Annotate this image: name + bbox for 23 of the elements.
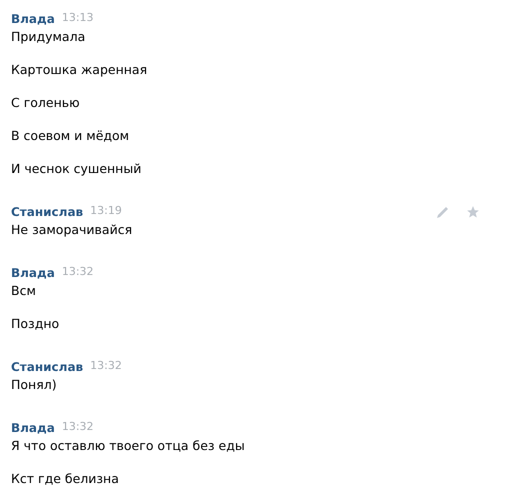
message-text: И чеснок сушенный (11, 160, 142, 178)
message-text: Понял) (11, 376, 58, 394)
star-icon[interactable] (466, 204, 480, 218)
message-text: Я что оставлю твоего отца без еды (11, 437, 246, 455)
message-text: Всм (11, 282, 37, 300)
message-time: 13:32 (90, 358, 122, 374)
message-text: Придумала (11, 28, 86, 46)
author-name[interactable]: Влада (11, 418, 55, 436)
message-text: Кст где белизна (11, 470, 120, 488)
edit-icon[interactable] (436, 204, 450, 218)
message-text: В соевом и мёдом (11, 127, 130, 145)
message-text: Картошка жаренная (11, 61, 148, 79)
message-time: 13:32 (62, 264, 94, 280)
message-text: С голенью (11, 94, 81, 112)
author-name[interactable]: Влада (11, 264, 55, 282)
message-time: 13:32 (62, 419, 94, 436)
author-name[interactable]: Станислав (11, 202, 84, 220)
message-text: Поздно (11, 315, 60, 333)
message-text: Не заморачивайся (11, 221, 134, 239)
author-name[interactable]: Станислав (11, 358, 84, 376)
message-time: 13:13 (62, 10, 94, 26)
message-time: 13:19 (90, 203, 122, 220)
author-name[interactable]: Влада (11, 10, 55, 28)
